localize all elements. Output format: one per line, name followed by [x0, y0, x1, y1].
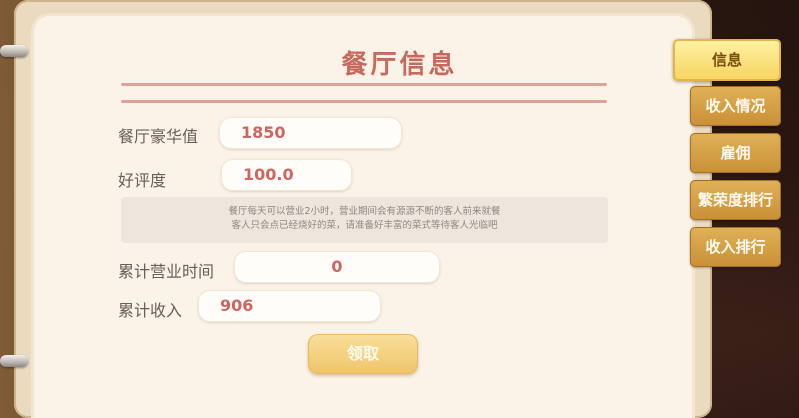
rating-value-field: 100.0 — [221, 159, 352, 191]
tab-prosperity-ranking[interactable]: 繁荣度排行 — [690, 180, 781, 220]
luxury-value: 1850 — [241, 123, 286, 142]
luxury-label: 餐厅豪华值 — [118, 127, 199, 146]
claim-button[interactable]: 领取 — [308, 334, 418, 374]
notice-line-1: 餐厅每天可以营业2小时，营业期间会有源源不断的客人前来就餐 — [228, 206, 501, 217]
business-time-value: 0 — [331, 257, 343, 276]
rating-label: 好评度 — [118, 171, 167, 190]
binder-ring — [0, 355, 28, 367]
tab-info[interactable]: 信息 — [673, 39, 781, 81]
tab-income-status[interactable]: 收入情况 — [690, 86, 781, 126]
rating-value: 100.0 — [243, 165, 294, 184]
notice-line-2: 客人只会点已经烧好的菜，请准备好丰富的菜式等待客人光临吧 — [231, 220, 498, 231]
title-divider-top — [121, 83, 607, 86]
income-value: 906 — [220, 296, 254, 315]
business-notice: 餐厅每天可以营业2小时，营业期间会有源源不断的客人前来就餐 客人只会点已经烧好的… — [121, 197, 608, 243]
business-time-label: 累计营业时间 — [118, 262, 215, 281]
tab-income-ranking[interactable]: 收入排行 — [690, 227, 781, 267]
business-time-field: 0 — [234, 251, 440, 283]
income-label: 累计收入 — [118, 301, 183, 320]
title-divider-bottom — [121, 100, 607, 103]
tab-hire[interactable]: 雇佣 — [690, 133, 781, 173]
income-value-field: 906 — [198, 290, 381, 322]
luxury-value-field: 1850 — [219, 117, 402, 149]
